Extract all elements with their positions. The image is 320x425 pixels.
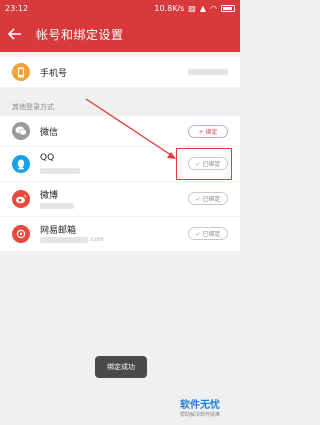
weibo-icon — [12, 190, 30, 208]
account-row-weibo[interactable]: 微博 ✓ 已绑定 — [0, 182, 240, 216]
netease-email: .com — [40, 236, 104, 243]
netease-mail-icon — [12, 225, 30, 243]
phone-label: 手机号 — [40, 68, 68, 79]
signal-icon: ▲ — [199, 3, 207, 13]
email-blurred — [40, 236, 88, 243]
battery-icon — [221, 4, 235, 12]
email-domain: .com — [89, 236, 104, 243]
phone-number-blurred — [188, 69, 228, 75]
qq-icon — [12, 155, 30, 173]
section-other-login: 其他登录方式 — [0, 100, 240, 114]
toast-message: 绑定成功 — [95, 356, 147, 378]
bound-button[interactable]: ✓ 已绑定 — [188, 192, 228, 205]
qq-number-blurred — [40, 168, 80, 174]
watermark-logo: 软件无忧 帮助解决软件疑难 — [180, 396, 236, 422]
phone-icon — [12, 63, 30, 81]
phone-row[interactable]: 手机号 — [0, 57, 240, 87]
status-bar: 23:12 10.8K/s ▨ ▲ ◠ — [0, 0, 240, 16]
page-title: 帐号和绑定设置 — [36, 27, 124, 42]
account-name: QQ — [40, 153, 55, 163]
watermark-title: 软件无忧 — [180, 400, 220, 411]
status-time: 23:12 — [5, 3, 29, 13]
wechat-icon — [12, 122, 30, 140]
status-indicators: 10.8K/s ▨ ▲ ◠ — [154, 4, 235, 13]
bind-button[interactable]: + 绑定 — [188, 125, 228, 138]
network-speed: 10.8K/s — [154, 3, 185, 13]
phone-label-wrap: 手机号 — [40, 57, 240, 87]
account-name: 微信 — [40, 127, 59, 138]
account-row-wechat[interactable]: 微信 + 绑定 — [0, 116, 240, 146]
back-arrow-icon[interactable] — [0, 16, 30, 52]
bound-button[interactable]: ✓ 已绑定 — [188, 227, 228, 240]
title-bar: 帐号和绑定设置 — [0, 16, 240, 52]
watermark-subtitle: 帮助解决软件疑难 — [180, 412, 221, 418]
wifi-icon: ◠ — [210, 3, 217, 13]
weibo-account-blurred — [40, 203, 74, 209]
account-name: 网易邮箱 — [40, 226, 77, 236]
sim-icon: ▨ — [188, 3, 196, 13]
account-name: 微博 — [40, 191, 59, 201]
account-row-netease-mail[interactable]: 网易邮箱 .com ✓ 已绑定 — [0, 217, 240, 251]
highlight-box — [176, 148, 232, 180]
